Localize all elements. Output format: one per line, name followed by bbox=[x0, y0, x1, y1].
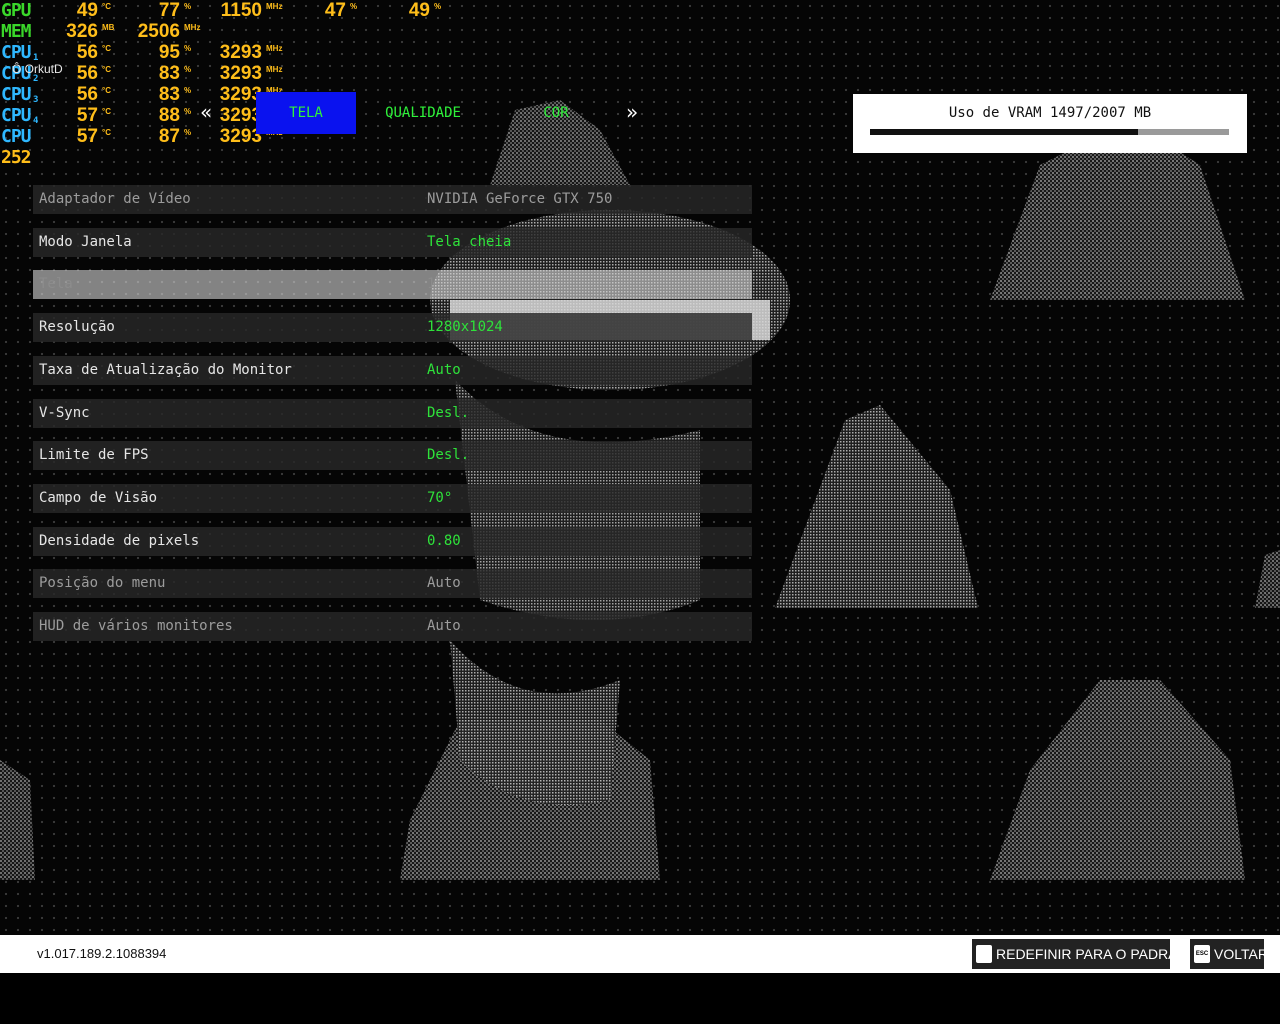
hw-value: 2506 bbox=[137, 21, 180, 42]
setting-label: Tela bbox=[39, 276, 73, 293]
hw-value: 88 bbox=[158, 105, 180, 126]
hw-value: 47 bbox=[324, 0, 346, 21]
reset-defaults-label: REDEFINIR PARA O PADRÃO bbox=[996, 946, 1189, 962]
setting-value: Auto bbox=[427, 575, 461, 592]
hw-value: 57 bbox=[76, 105, 98, 126]
setting-row[interactable]: Limite de FPS Desl. bbox=[33, 441, 752, 471]
hw-unit: % bbox=[350, 2, 358, 11]
setting-value[interactable]: Desl. bbox=[427, 399, 469, 428]
setting-row: HUD de vários monitores Auto bbox=[33, 612, 752, 641]
hw-row: GPU 49 °C 77% 1150 MHz 47% 49% bbox=[0, 0, 460, 22]
setting-label: Taxa de Atualização do Monitor bbox=[39, 361, 292, 378]
app-tag: Ô OrkutD bbox=[12, 62, 63, 76]
vram-usage-bar bbox=[870, 129, 1229, 135]
hardware-monitor-overlay: GPU 49 °C 77% 1150 MHz 47% 49% MEM 326 MB 2506 MHz CP… bbox=[0, 0, 460, 170]
setting-label: Limite de FPS bbox=[39, 447, 149, 464]
setting-row: Adaptador de Vídeo NVIDIA GeForce GTX 750 bbox=[33, 185, 752, 214]
setting-row[interactable]: V-Sync Desl. bbox=[33, 398, 752, 428]
hw-value: 3293 bbox=[219, 42, 262, 63]
hw-value: 83 bbox=[158, 84, 180, 105]
setting-row[interactable]: Taxa de Atualização do Monitor Auto bbox=[33, 355, 752, 385]
hw-unit: MB bbox=[102, 23, 115, 32]
setting-row: Posição do menu Auto bbox=[33, 569, 752, 599]
setting-value[interactable]: 0.80 bbox=[427, 527, 461, 556]
hw-row-label: CPU bbox=[1, 126, 31, 147]
hw-unit: MHz bbox=[266, 65, 283, 74]
hw-unit: MHz bbox=[184, 23, 201, 32]
hw-unit: °C bbox=[102, 107, 111, 116]
setting-row[interactable]: Resolução 1280x1024 bbox=[33, 313, 752, 343]
hw-unit: °C bbox=[102, 65, 111, 74]
hw-unit: °C bbox=[102, 128, 111, 137]
hw-unit: °C bbox=[102, 2, 111, 11]
setting-value[interactable]: Tela cheia bbox=[427, 228, 511, 257]
setting-value[interactable]: Auto bbox=[427, 356, 461, 385]
hw-value: 83 bbox=[158, 63, 180, 84]
hw-value: 57 bbox=[76, 126, 98, 147]
setting-row[interactable]: Modo Janela Tela cheia bbox=[33, 227, 752, 257]
setting-label: Adaptador de Vídeo bbox=[39, 191, 191, 207]
setting-label: HUD de vários monitores bbox=[39, 618, 233, 634]
setting-value[interactable]: 1280x1024 bbox=[427, 313, 503, 342]
hw-row-label: MEM bbox=[1, 21, 31, 42]
hw-value: 49 bbox=[408, 0, 430, 21]
reset-key-icon bbox=[976, 945, 992, 964]
hw-row: CPU 1 56 °C 95% 3293 MHz bbox=[0, 42, 460, 64]
hw-unit: MHz bbox=[266, 44, 283, 53]
hw-unit: % bbox=[184, 2, 192, 11]
tab-next-icon[interactable]: » bbox=[626, 100, 638, 124]
esc-key-icon: ESC bbox=[1194, 945, 1210, 964]
setting-label: Resolução bbox=[39, 319, 115, 336]
setting-row[interactable]: Tela 1 bbox=[33, 270, 752, 300]
hw-unit: MHz bbox=[266, 2, 283, 11]
hw-row: 252 bbox=[0, 147, 460, 169]
reset-defaults-button[interactable]: REDEFINIR PARA O PADRÃO bbox=[972, 939, 1188, 969]
hw-value: 326 bbox=[66, 21, 98, 42]
hw-unit: % bbox=[434, 2, 442, 11]
back-button[interactable]: ESC VOLTAR bbox=[1190, 939, 1268, 969]
vram-usage-fill bbox=[870, 129, 1138, 135]
vram-usage-panel: Uso de VRAM 1497/2007 MB bbox=[853, 94, 1247, 153]
version-label: v1.017.189.2.1088394 bbox=[37, 946, 167, 961]
setting-value: Auto bbox=[427, 618, 461, 634]
hw-unit: % bbox=[184, 65, 192, 74]
hw-value: 77 bbox=[158, 0, 180, 21]
hw-unit: °C bbox=[102, 86, 111, 95]
footer-bar: v1.017.189.2.1088394 REDEFINIR PARA O PA… bbox=[0, 935, 1280, 973]
hw-row-label: 252 bbox=[1, 147, 31, 168]
setting-value[interactable]: 1 bbox=[427, 270, 435, 299]
hw-row: CPU 2 56 °C 83% 3293 MHz bbox=[0, 63, 460, 85]
hw-row-label: CPU bbox=[1, 84, 31, 105]
hw-row: MEM 326 MB 2506 MHz bbox=[0, 21, 460, 43]
vram-usage-label: Uso de VRAM 1497/2007 MB bbox=[948, 105, 1152, 121]
tab-qualidade[interactable]: QUALIDADE bbox=[375, 92, 471, 134]
setting-label: Campo de Visão bbox=[39, 489, 158, 506]
tab-tela[interactable]: TELA bbox=[256, 92, 356, 134]
setting-value[interactable]: Desl. bbox=[427, 441, 469, 470]
hw-value: 1150 bbox=[220, 0, 262, 21]
setting-value[interactable]: 70° bbox=[427, 484, 452, 513]
hw-value: 87 bbox=[158, 126, 180, 147]
hw-value: 3293 bbox=[219, 63, 262, 84]
setting-label: Densidade de pixels bbox=[39, 532, 200, 549]
hw-value: 49 bbox=[76, 0, 98, 21]
tab-cor[interactable]: COR bbox=[530, 92, 582, 134]
setting-label: V-Sync bbox=[39, 404, 90, 421]
settings-tabs: « TELA QUALIDADE COR » bbox=[190, 92, 660, 136]
setting-value: NVIDIA GeForce GTX 750 bbox=[427, 191, 613, 207]
hw-unit: °C bbox=[102, 44, 111, 53]
hw-value: 95 bbox=[158, 42, 180, 63]
back-label: VOLTAR bbox=[1214, 946, 1268, 962]
setting-row[interactable]: Campo de Visão 70° bbox=[33, 483, 752, 513]
setting-row[interactable]: Densidade de pixels 0.80 bbox=[33, 526, 752, 556]
setting-label: Posição do menu bbox=[39, 575, 166, 592]
setting-label: Modo Janela bbox=[39, 233, 132, 250]
hw-unit: % bbox=[184, 44, 192, 53]
hw-row-label: GPU bbox=[1, 0, 31, 21]
tab-prev-icon[interactable]: « bbox=[200, 100, 212, 124]
hw-row-label: CPU bbox=[1, 42, 31, 63]
hw-value: 56 bbox=[76, 42, 98, 63]
hw-value: 56 bbox=[76, 84, 98, 105]
hw-row-label: CPU bbox=[1, 105, 31, 126]
